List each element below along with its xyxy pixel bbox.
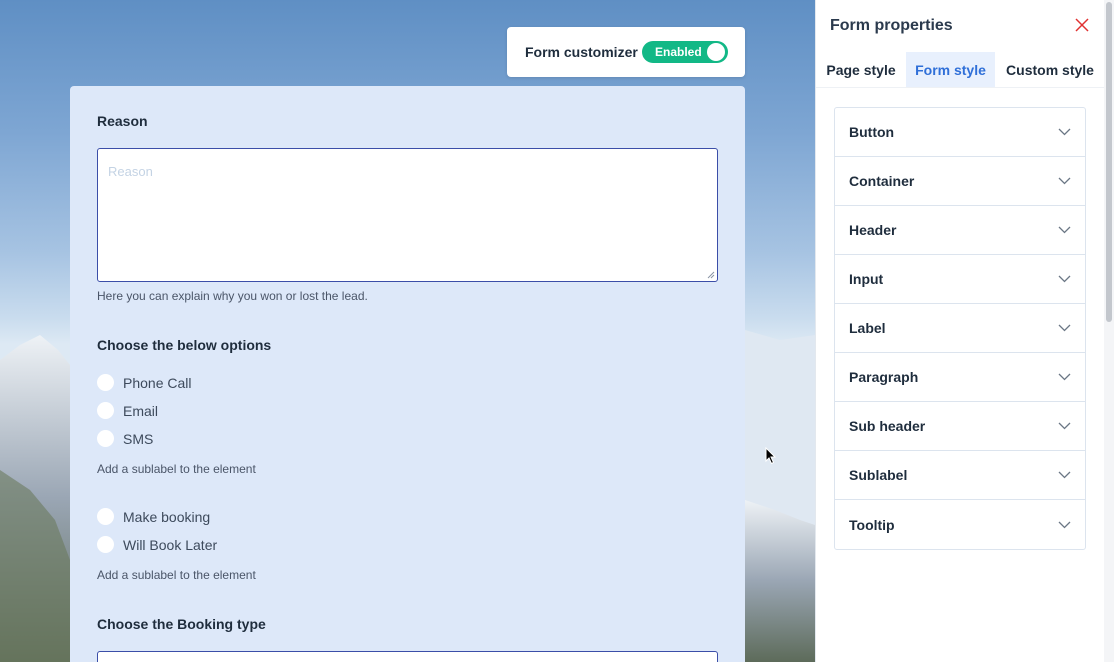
section-label: Tooltip (849, 516, 895, 533)
panel-scrollbar[interactable] (1104, 0, 1114, 662)
section-label: Button (849, 124, 895, 140)
style-sections-accordion: Button Container Header Input Label Para… (834, 107, 1086, 550)
scrollbar-thumb[interactable] (1106, 2, 1112, 322)
toggle-knob (707, 43, 725, 61)
toggle-status-text: Enabled (655, 45, 702, 59)
section-tooltip[interactable]: Tooltip (835, 500, 1085, 549)
radio-sms[interactable]: SMS (97, 430, 153, 447)
form-customizer-toggle[interactable]: Enabled (642, 41, 728, 63)
options-sublabel: Add a sublabel to the element (97, 462, 256, 476)
options-label: Choose the below options (97, 337, 272, 353)
radio-circle[interactable] (97, 430, 114, 447)
section-input[interactable]: Input (835, 255, 1085, 304)
tab-page-style[interactable]: Page style (816, 52, 906, 87)
mouse-cursor-icon (765, 447, 777, 465)
radio-label: Will Book Later (123, 536, 218, 553)
radio-label: Phone Call (123, 374, 192, 391)
chevron-down-icon (1058, 422, 1071, 430)
section-container[interactable]: Container (835, 157, 1085, 206)
chevron-down-icon (1058, 226, 1071, 234)
tab-custom-style[interactable]: Custom style (995, 52, 1105, 87)
booking-options-sublabel: Add a sublabel to the element (97, 568, 256, 582)
chevron-down-icon (1058, 177, 1071, 185)
tab-form-style[interactable]: Form style (906, 52, 995, 87)
radio-make-booking[interactable]: Make booking (97, 508, 210, 525)
form-preview: Reason Reason Here you can explain why y… (70, 86, 745, 662)
section-button[interactable]: Button (835, 108, 1085, 157)
resize-handle-icon[interactable] (707, 271, 715, 279)
style-tabs: Page style Form style Custom style (816, 52, 1105, 87)
section-label: Label (849, 320, 886, 336)
chevron-down-icon (1058, 521, 1071, 528)
section-label: Input (849, 271, 884, 287)
section-sub-header[interactable]: Sub header (835, 402, 1085, 451)
section-label: Header (849, 222, 897, 238)
panel-title: Form properties (830, 17, 953, 34)
radio-phone-call[interactable]: Phone Call (97, 374, 192, 391)
radio-circle[interactable] (97, 536, 114, 553)
chevron-down-icon (1058, 275, 1071, 283)
radio-label: Email (123, 402, 159, 419)
radio-circle[interactable] (97, 402, 114, 419)
booking-type-select[interactable] (97, 651, 718, 662)
section-label: Paragraph (849, 369, 919, 385)
radio-circle[interactable] (97, 508, 114, 525)
section-label: Sub header (849, 418, 926, 434)
section-header[interactable]: Header (835, 206, 1085, 255)
section-paragraph[interactable]: Paragraph (835, 353, 1085, 402)
reason-label: Reason (97, 113, 148, 129)
reason-hint: Here you can explain why you won or lost… (97, 289, 368, 303)
section-label: Sublabel (849, 467, 908, 483)
radio-email[interactable]: Email (97, 402, 158, 419)
form-properties-panel: Form properties Page style Form style Cu… (815, 0, 1114, 662)
chevron-down-icon (1058, 128, 1071, 136)
reason-textarea[interactable]: Reason (97, 148, 718, 282)
chevron-down-icon (1058, 324, 1071, 332)
panel-body: Button Container Header Input Label Para… (816, 87, 1105, 662)
chevron-down-icon (1058, 373, 1071, 381)
booking-type-label: Choose the Booking type (97, 616, 266, 632)
close-icon[interactable] (1074, 17, 1090, 33)
form-customizer-label: Form customizer (525, 44, 638, 60)
section-sublabel[interactable]: Sublabel (835, 451, 1085, 500)
reason-placeholder: Reason (108, 164, 153, 179)
section-label: Container (849, 173, 915, 189)
radio-circle[interactable] (97, 374, 114, 391)
section-label-style[interactable]: Label (835, 304, 1085, 353)
radio-will-book-later[interactable]: Will Book Later (97, 536, 217, 553)
radio-label: Make booking (123, 508, 211, 525)
chevron-down-icon (1058, 471, 1071, 479)
radio-label: SMS (123, 430, 154, 447)
